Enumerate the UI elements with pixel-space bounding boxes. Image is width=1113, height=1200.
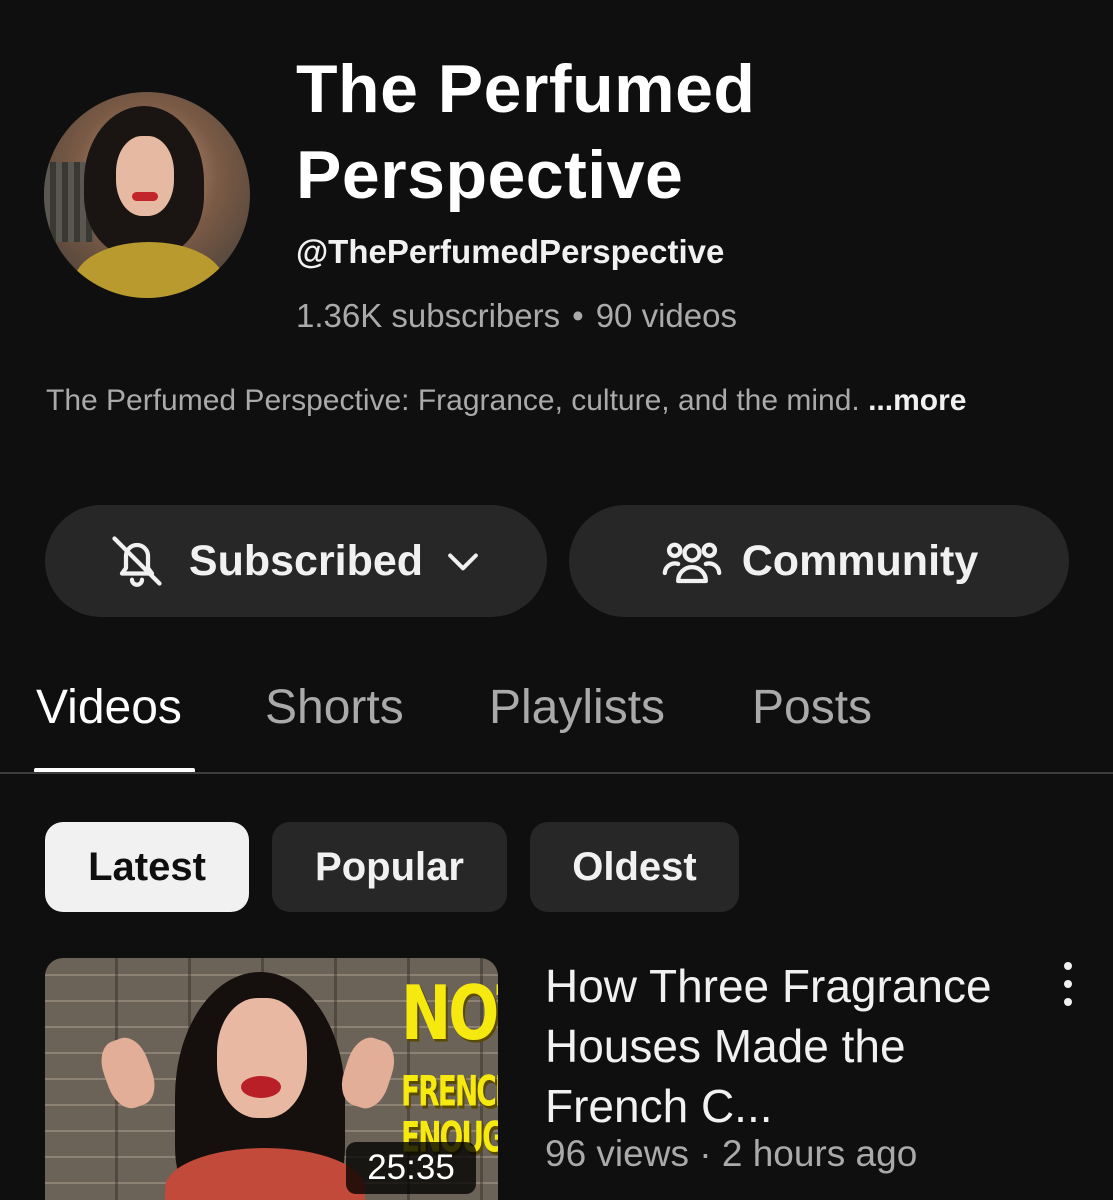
channel-handle: @ThePerfumedPerspective <box>296 233 725 270</box>
channel-description[interactable]: The Perfumed Perspective: Fragrance, cul… <box>46 381 1056 421</box>
kebab-dot <box>1064 980 1072 988</box>
video-age: 2 hours ago <box>721 1133 918 1174</box>
chip-oldest[interactable]: Oldest <box>530 822 739 912</box>
subscriber-count: 1.36K subscribers <box>296 297 561 334</box>
kebab-dot <box>1064 962 1072 970</box>
thumbnail-caption-line-2: FRENCH <box>401 1066 498 1116</box>
subscribed-label: Subscribed <box>188 536 424 585</box>
video-meta: 96 views · 2 hours ago <box>545 1133 1065 1175</box>
video-duration-badge: 25:35 <box>346 1142 476 1194</box>
tab-posts[interactable]: Posts <box>752 680 872 735</box>
tab-playlists[interactable]: Playlists <box>489 680 665 735</box>
stats-separator: • <box>572 297 584 334</box>
video-views: 96 views <box>545 1133 689 1174</box>
chip-latest[interactable]: Latest <box>45 822 249 912</box>
description-text: The Perfumed Perspective: Fragrance, cul… <box>46 384 860 417</box>
avatar-lips <box>132 192 158 201</box>
channel-title: The Perfumed Perspective <box>296 51 756 213</box>
more-vert-icon[interactable] <box>1048 962 1088 1006</box>
more-link[interactable]: ...more <box>868 384 966 417</box>
tabs-divider <box>0 772 1113 774</box>
thumbnail-caption-line-1: NOT <box>401 970 498 1058</box>
chip-popular[interactable]: Popular <box>272 822 507 912</box>
tab-shorts[interactable]: Shorts <box>265 680 404 735</box>
bell-off-icon <box>112 536 162 587</box>
channel-page: The Perfumed Perspective @ThePerfumedPer… <box>0 0 1113 1200</box>
subscribed-button[interactable]: Subscribed <box>45 505 547 617</box>
chevron-down-icon <box>448 553 478 571</box>
people-icon <box>662 542 722 584</box>
video-count: 90 videos <box>595 297 737 334</box>
avatar-dress <box>74 242 224 298</box>
tab-videos[interactable]: Videos <box>36 680 182 735</box>
community-label: Community <box>741 536 979 585</box>
video-meta-separator: · <box>699 1133 712 1174</box>
channel-stats: 1.36K subscribers • 90 videos <box>296 297 737 335</box>
community-button[interactable]: Community <box>569 505 1069 617</box>
thumbnail-caption: NOT FRENCH ENOUGH <box>401 970 498 1159</box>
avatar-face <box>116 136 174 216</box>
video-title[interactable]: How Three Fragrance Houses Made the Fren… <box>545 956 1025 1136</box>
channel-avatar[interactable] <box>44 92 250 298</box>
thumbnail-mouth <box>241 1076 281 1098</box>
thumbnail-face <box>217 998 307 1118</box>
channel-tabs: Videos Shorts Playlists Posts <box>0 676 1113 776</box>
kebab-dot <box>1064 998 1072 1006</box>
